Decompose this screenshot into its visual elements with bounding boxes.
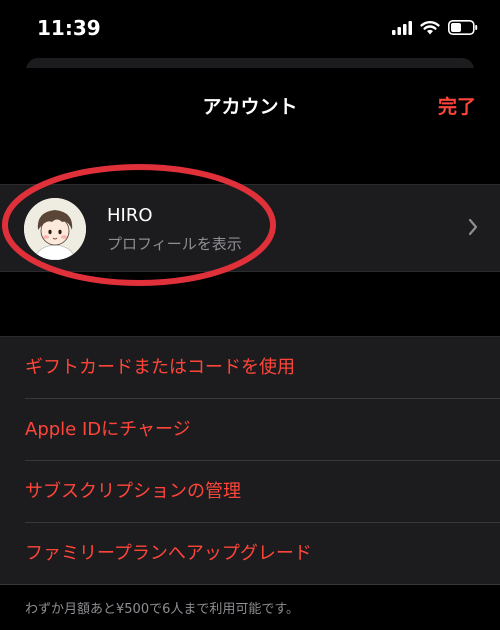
upgrade-family-plan-button[interactable]: ファミリープランへアップグレード bbox=[0, 523, 500, 585]
family-plan-note: わずか月額あと¥500で6人まで利用可能です。 bbox=[25, 602, 300, 617]
page-title: アカウント bbox=[202, 96, 298, 118]
signal-icon bbox=[392, 20, 412, 39]
profile-subtitle: プロフィールを表示 bbox=[107, 235, 242, 253]
done-button[interactable]: 完了 bbox=[438, 92, 476, 119]
wifi-icon bbox=[420, 20, 440, 39]
manage-subscriptions-button[interactable]: サブスクリプションの管理 bbox=[0, 461, 500, 523]
status-bar: 11:39 bbox=[0, 0, 500, 56]
avatar bbox=[24, 198, 86, 260]
profile-row[interactable]: HIRO プロフィールを表示 bbox=[0, 184, 500, 272]
status-time: 11:39 bbox=[37, 16, 101, 40]
account-menu: ギフトカードまたはコードを使用 Apple IDにチャージ サブスクリプションの… bbox=[0, 336, 500, 585]
add-funds-button[interactable]: Apple IDにチャージ bbox=[0, 399, 500, 461]
battery-icon bbox=[448, 20, 478, 39]
redeem-gift-card-button[interactable]: ギフトカードまたはコードを使用 bbox=[0, 337, 500, 399]
chevron-right-icon bbox=[468, 218, 478, 240]
status-icons bbox=[392, 20, 478, 39]
profile-name: HIRO bbox=[107, 205, 153, 226]
